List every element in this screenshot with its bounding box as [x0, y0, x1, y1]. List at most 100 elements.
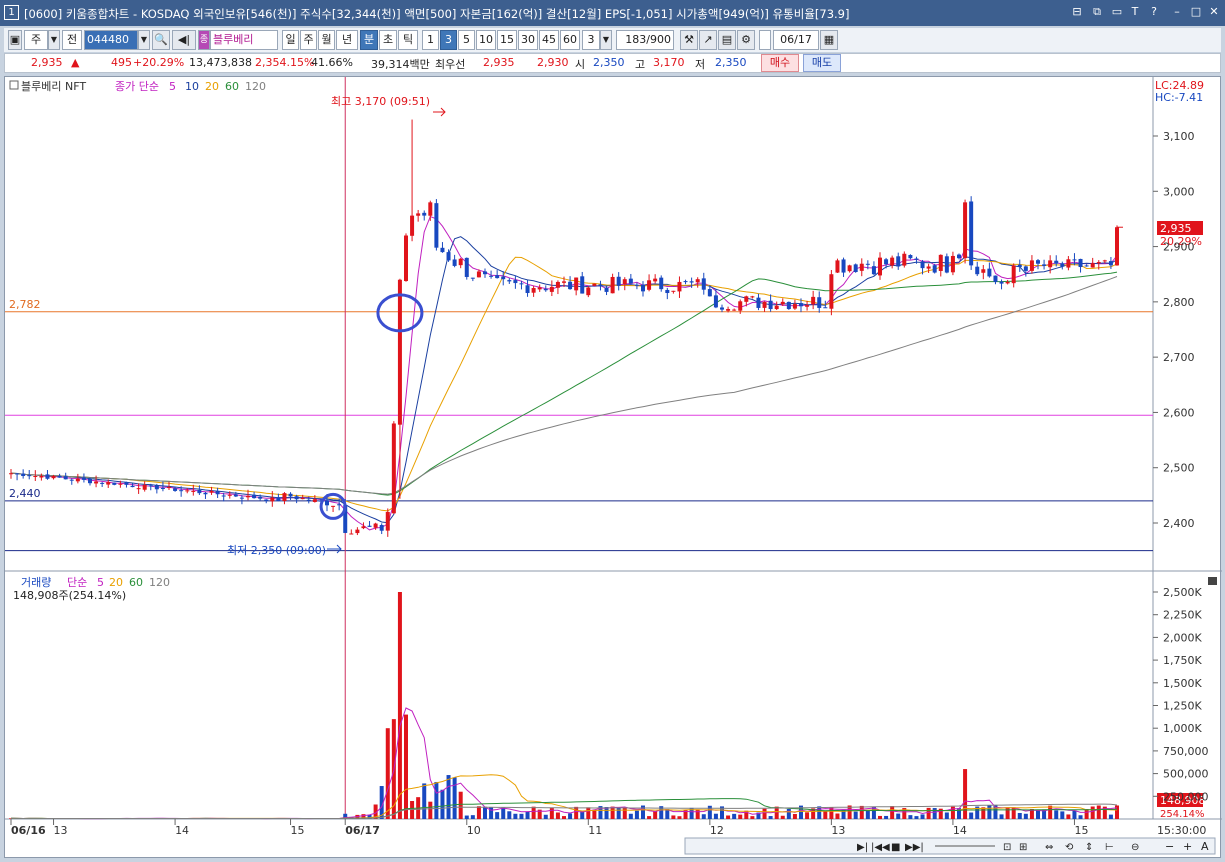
scroll-right-icon[interactable]: ▶|: [857, 842, 868, 853]
interval-10[interactable]: 10: [476, 30, 496, 50]
period-week[interactable]: 주: [300, 30, 317, 50]
date-checkbox[interactable]: [759, 30, 771, 50]
restore-icon[interactable]: ⊟: [1070, 5, 1084, 19]
quote-amount: 39,314백만: [371, 58, 430, 71]
sell-button[interactable]: 매도: [803, 54, 841, 72]
settings-icon[interactable]: ⚙: [737, 30, 755, 50]
candle-body: [81, 477, 86, 480]
period-second[interactable]: 초: [379, 30, 397, 50]
volume-bar: [1005, 807, 1010, 819]
tools-icon[interactable]: T: [1128, 5, 1142, 19]
window-maximize-icon[interactable]: □: [1189, 5, 1203, 19]
search-icon[interactable]: 🔍: [152, 30, 170, 50]
timeline-icon[interactable]: ⊢: [1105, 842, 1114, 853]
auto-scale-icon[interactable]: A: [1201, 840, 1209, 853]
x-axis-label: 06/17: [345, 824, 380, 837]
candle-body: [1084, 265, 1089, 267]
volume-bar: [695, 809, 700, 819]
volume-bar: [1084, 809, 1089, 819]
interval-15[interactable]: 15: [497, 30, 517, 50]
candle-body: [33, 476, 38, 478]
volume-bar: [513, 813, 518, 819]
stock-code-input[interactable]: 044480: [84, 30, 138, 50]
candle-body: [88, 478, 92, 484]
pin-icon[interactable]: ▣: [8, 30, 22, 50]
period-tick[interactable]: 틱: [398, 30, 418, 50]
sound-icon[interactable]: ◀|: [172, 30, 196, 50]
period-type-select[interactable]: 주: [24, 30, 48, 50]
chart-type-icon[interactable]: ⚒: [680, 30, 698, 50]
ma10-label: 10: [185, 80, 199, 93]
quote-high-label: 고: [635, 58, 646, 71]
chart-area[interactable]: 블루베리 NFT 종가 단순 5 10 20 60 120 LC:24.89 H…: [4, 76, 1222, 859]
draw-tool-icon[interactable]: ↗: [699, 30, 717, 50]
chart-svg[interactable]: 블루베리 NFT 종가 단순 5 10 20 60 120 LC:24.89 H…: [5, 77, 1222, 859]
interval-60[interactable]: 60: [560, 30, 580, 50]
window-close-icon[interactable]: ✕: [1207, 5, 1221, 19]
price-tick-label: 3,100: [1163, 130, 1195, 143]
fit-icon[interactable]: ⊡: [1003, 842, 1011, 853]
interval-input[interactable]: 3: [582, 30, 600, 50]
candle-body: [367, 525, 372, 527]
candle-body: [805, 305, 810, 307]
candle-body: [416, 213, 421, 216]
count-field[interactable]: 183/900: [616, 30, 674, 50]
interval-3[interactable]: 3: [440, 30, 457, 50]
interval-1[interactable]: 1: [422, 30, 439, 50]
volume-bar: [568, 813, 573, 819]
candle-body: [525, 285, 530, 294]
window-minimize-icon[interactable]: –: [1170, 5, 1184, 19]
candle-body: [647, 280, 652, 290]
interval-45[interactable]: 45: [539, 30, 559, 50]
candle-body: [884, 259, 889, 265]
stock-name[interactable]: 블루베리: [210, 30, 278, 50]
history-icon[interactable]: ⟲: [1065, 842, 1074, 853]
candle-body: [203, 492, 208, 495]
ma120-line: [10, 276, 1118, 495]
help-icon[interactable]: ?: [1147, 5, 1161, 19]
range-icon[interactable]: ⇕: [1085, 842, 1093, 853]
calendar-icon[interactable]: ▦: [820, 30, 838, 50]
candle-body: [154, 485, 159, 490]
prev-button[interactable]: 전: [62, 30, 82, 50]
candle-body: [750, 296, 755, 298]
candle-body: [391, 423, 396, 514]
candle-body: [580, 276, 585, 294]
zoom-out-icon[interactable]: ⊖: [1131, 842, 1139, 853]
interval-30[interactable]: 30: [518, 30, 538, 50]
period-year[interactable]: 년: [336, 30, 358, 50]
candle-body: [713, 295, 718, 308]
candle-body: [1048, 260, 1053, 268]
candle-body: [859, 263, 864, 271]
scroll-start-icon[interactable]: |◀◀: [871, 842, 890, 853]
period-type-dropdown-icon[interactable]: ▼: [48, 30, 60, 50]
candle-body: [355, 529, 360, 534]
code-dropdown-icon[interactable]: ▼: [138, 30, 150, 50]
pane-menu-icon[interactable]: [9, 80, 19, 90]
pane-close-icon[interactable]: [1208, 577, 1217, 585]
date-input[interactable]: 06/17: [773, 30, 819, 50]
volume-bar: [397, 592, 402, 819]
quote-bar: 2,935 ▲ 495 +20.29% 13,473,838 2,354.15%…: [4, 53, 1221, 73]
scroll-end-icon[interactable]: ▶▶|: [905, 842, 924, 853]
zoom-plus-icon[interactable]: +: [1183, 840, 1192, 853]
minimize-icon[interactable]: ▭: [1110, 5, 1124, 19]
zoom-minus-icon[interactable]: −: [1165, 840, 1174, 853]
stop-icon[interactable]: ■: [891, 842, 900, 853]
scroll-controls[interactable]: ▶| |◀◀ ■ ▶▶| ⊡ ⊞ ⇔ ⟲ ⇕ ⊢ ⊖ − + A: [684, 837, 1216, 855]
interval-5[interactable]: 5: [458, 30, 475, 50]
compare-icon[interactable]: ⊞: [1019, 842, 1027, 853]
candle-body: [926, 266, 931, 269]
period-month[interactable]: 월: [318, 30, 335, 50]
move-icon[interactable]: ⇔: [1045, 842, 1053, 853]
line-2440-label: 2,440: [9, 487, 41, 500]
interval-dropdown-icon[interactable]: ▼: [600, 30, 612, 50]
volume-bar: [908, 815, 913, 819]
buy-button[interactable]: 매수: [761, 54, 799, 72]
period-day[interactable]: 일: [282, 30, 299, 50]
tile-icon[interactable]: ⧉: [1090, 5, 1104, 19]
period-minute[interactable]: 분: [360, 30, 378, 50]
volume-bar: [604, 807, 609, 819]
quote-open: 2,350: [593, 56, 625, 69]
save-icon[interactable]: ▤: [718, 30, 736, 50]
